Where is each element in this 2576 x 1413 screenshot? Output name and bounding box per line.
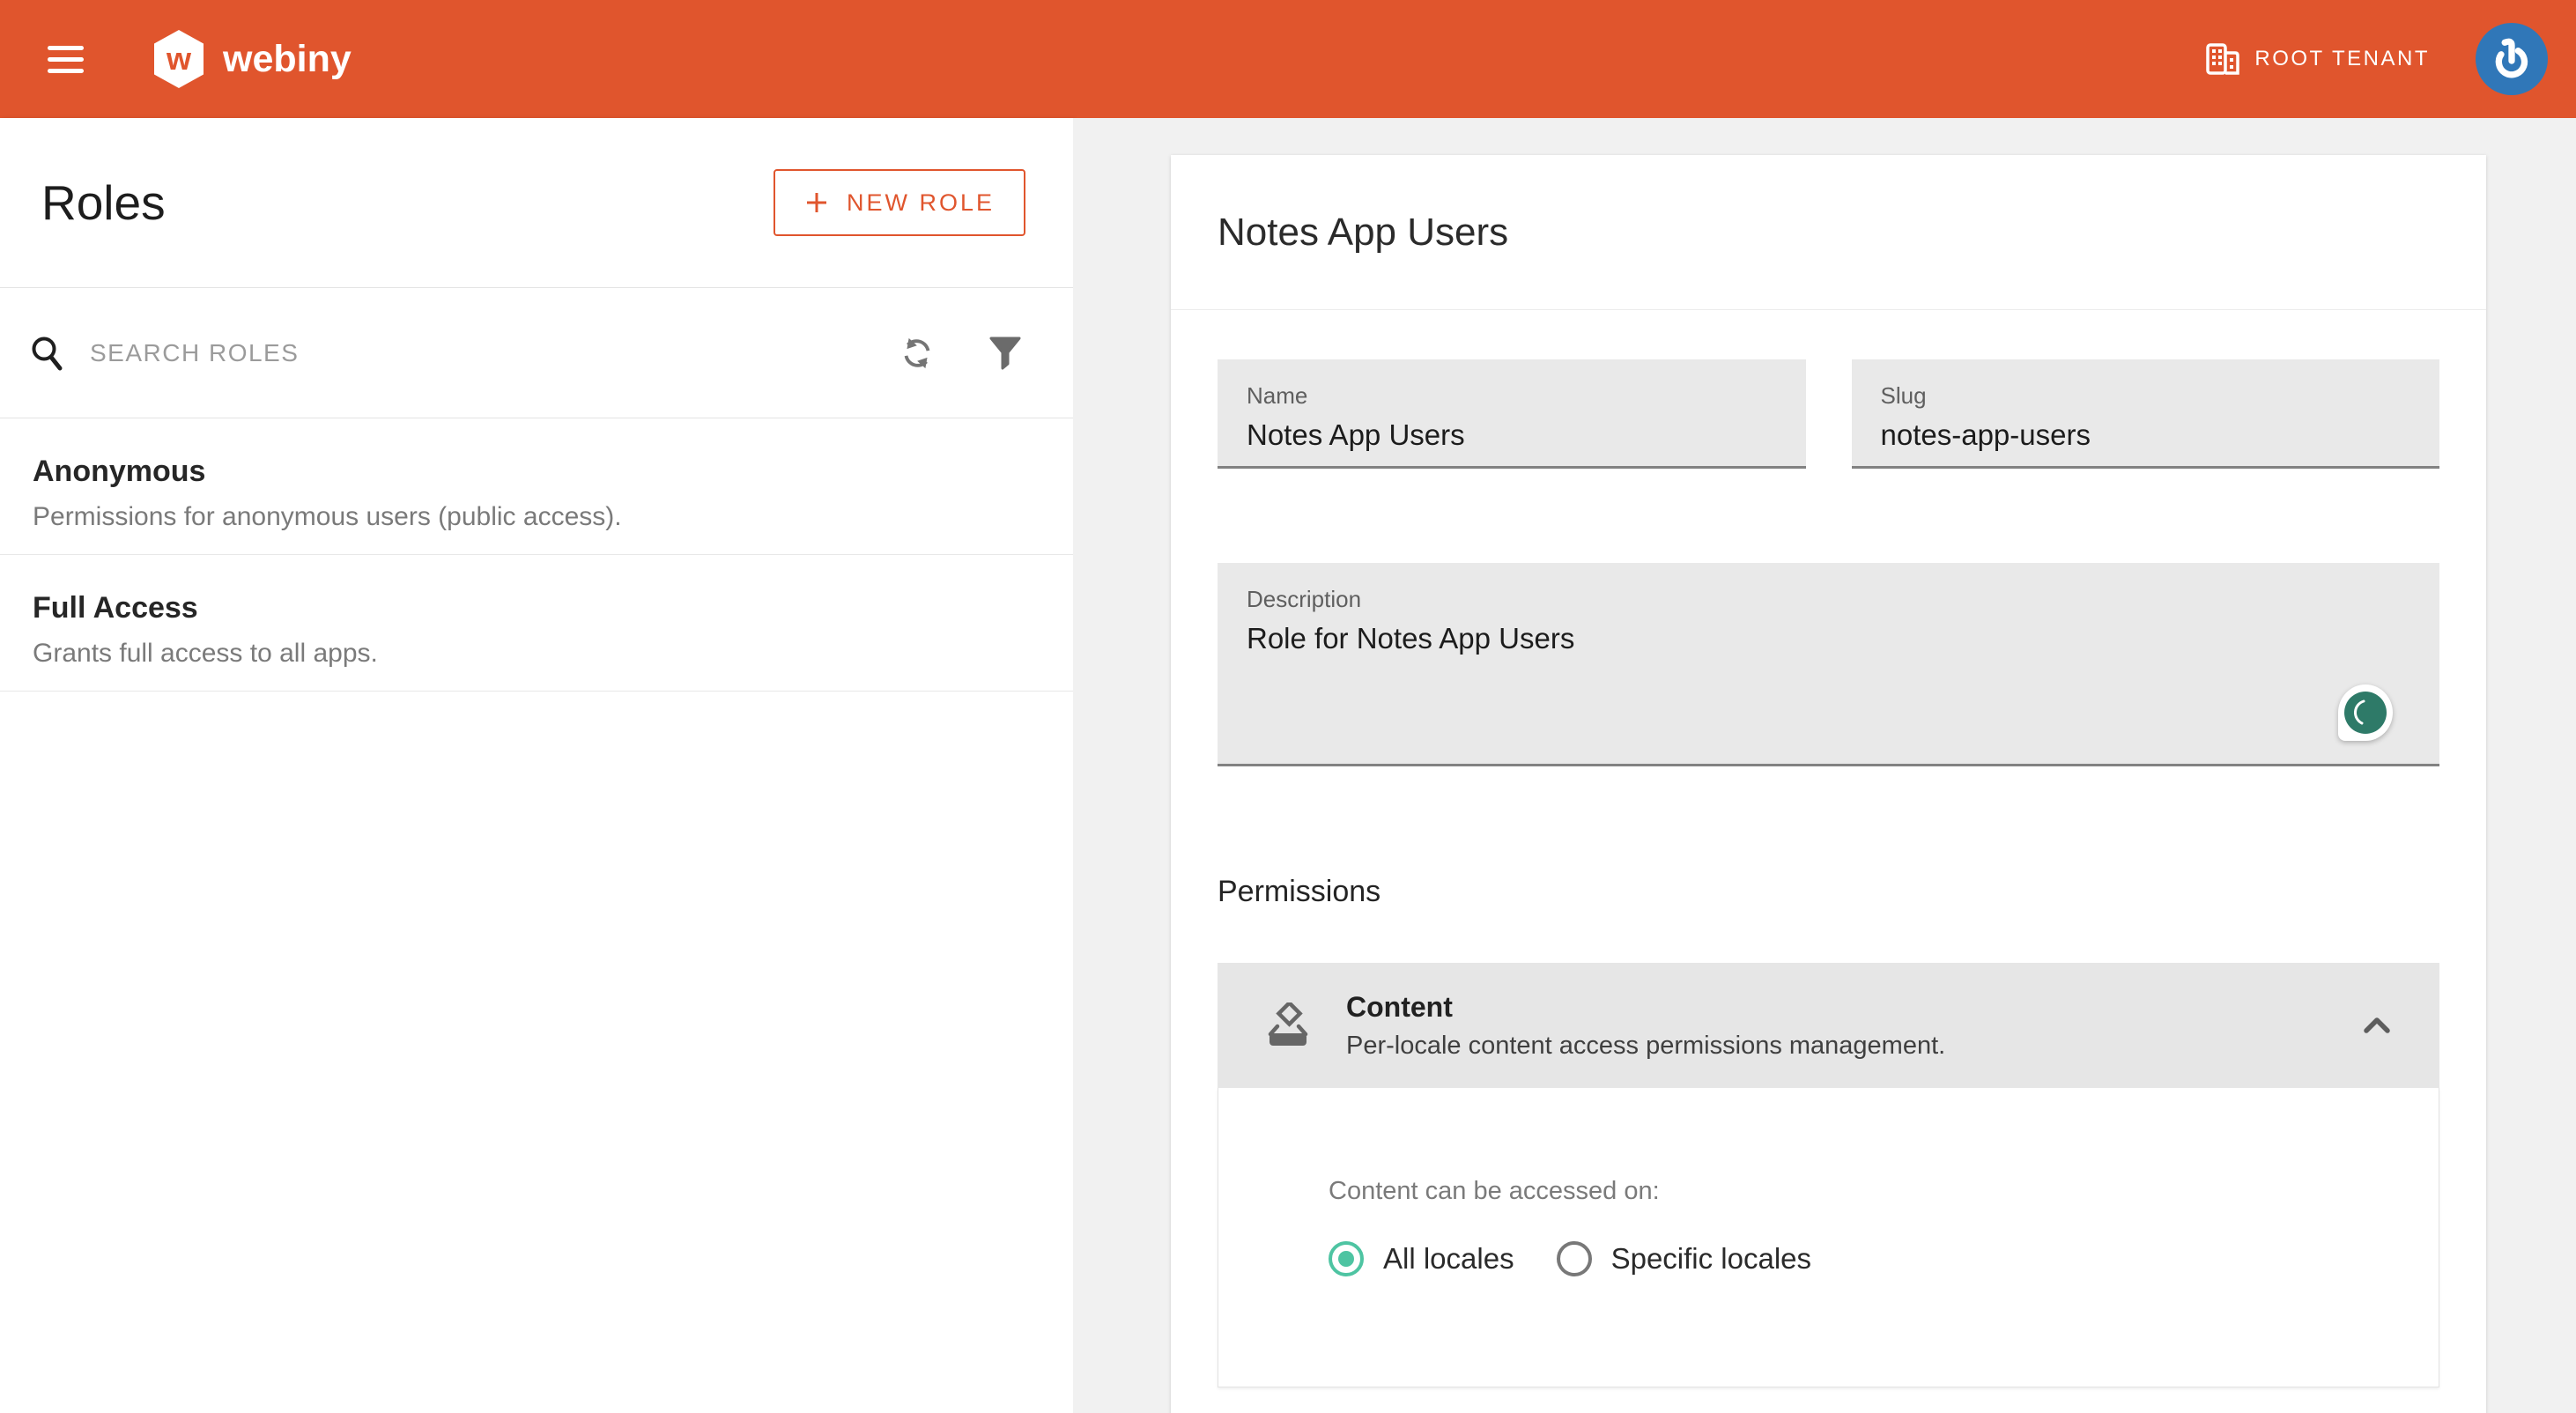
- content-accordion-panel: Content can be accessed on: All locales …: [1218, 1088, 2439, 1387]
- role-name-title: Notes App Users: [1218, 211, 1508, 255]
- role-form-card: Notes App Users Name Slug Description Ro…: [1171, 155, 2486, 1413]
- search-input[interactable]: [90, 339, 897, 367]
- search-bar: [0, 288, 1073, 418]
- roles-list-panel: Roles NEW ROLE: [0, 118, 1073, 1413]
- description-field-label: Description: [1247, 586, 2439, 613]
- gravatar-power-icon: [2490, 37, 2534, 81]
- spinner-circle: [2344, 692, 2387, 734]
- page-title: Roles: [41, 174, 166, 231]
- content-access-label: Content can be accessed on:: [1329, 1176, 2439, 1206]
- menu-icon[interactable]: [48, 46, 84, 73]
- role-list-item-full-access[interactable]: Full Access Grants full access to all ap…: [0, 555, 1073, 692]
- roles-header: Roles NEW ROLE: [0, 118, 1073, 288]
- content-ballot-icon: [1267, 1002, 1309, 1048]
- filter-button[interactable]: [988, 336, 1022, 371]
- name-input[interactable]: [1247, 418, 1761, 452]
- content-accordion-header[interactable]: Content Per-locale content access permis…: [1218, 963, 2439, 1088]
- description-field: Description Role for Notes App Users: [1218, 563, 2439, 766]
- brand-wordmark: webiny: [223, 41, 352, 78]
- loading-arc-icon: [2348, 695, 2383, 730]
- role-detail-area: Notes App Users Name Slug Description Ro…: [1073, 118, 2576, 1413]
- role-form-header: Notes App Users: [1171, 155, 2486, 310]
- new-role-button[interactable]: NEW ROLE: [774, 169, 1025, 236]
- building-icon: [2206, 43, 2239, 75]
- chevron-up-icon[interactable]: [2363, 1017, 2391, 1034]
- role-description: Grants full access to all apps.: [33, 638, 1040, 670]
- name-field: Name: [1218, 359, 1806, 469]
- chat-widget-spinner[interactable]: [2338, 684, 2393, 741]
- slug-input[interactable]: [1881, 418, 2395, 452]
- new-role-label: NEW ROLE: [847, 189, 995, 217]
- user-avatar[interactable]: [2476, 23, 2548, 95]
- webiny-logo: w webiny: [152, 29, 352, 89]
- top-bar: w webiny ROOT TENANT: [0, 0, 2576, 118]
- refresh-button[interactable]: [897, 333, 937, 374]
- tenant-selector[interactable]: ROOT TENANT: [2206, 43, 2430, 75]
- roles-list: Anonymous Permissions for anonymous user…: [0, 418, 1073, 692]
- role-title: Anonymous: [33, 454, 1040, 489]
- content-section-subtitle: Per-locale content access permissions ma…: [1346, 1031, 1945, 1061]
- locale-options: All locales Specific locales: [1329, 1241, 2439, 1276]
- search-icon: [30, 335, 65, 372]
- slug-field-label: Slug: [1881, 382, 2440, 410]
- specific-locales-radio[interactable]: [1557, 1241, 1592, 1276]
- role-title: Full Access: [33, 590, 1040, 625]
- role-description: Permissions for anonymous users (public …: [33, 501, 1040, 533]
- description-input[interactable]: Role for Notes App Users: [1247, 622, 2344, 745]
- role-list-item-anonymous[interactable]: Anonymous Permissions for anonymous user…: [0, 418, 1073, 555]
- specific-locales-label[interactable]: Specific locales: [1611, 1242, 1811, 1276]
- tenant-name: ROOT TENANT: [2254, 47, 2430, 71]
- all-locales-radio[interactable]: [1329, 1241, 1364, 1276]
- slug-field: Slug: [1852, 359, 2440, 469]
- plus-icon: [804, 190, 829, 215]
- name-field-label: Name: [1247, 382, 1806, 410]
- refresh-icon: [897, 333, 937, 374]
- logo-letter: w: [166, 41, 192, 77]
- permissions-heading: Permissions: [1218, 874, 2439, 909]
- filter-icon: [988, 336, 1022, 371]
- content-section-title: Content: [1346, 991, 1945, 1023]
- all-locales-label[interactable]: All locales: [1383, 1242, 1514, 1276]
- webiny-hexagon-icon: w: [152, 29, 205, 89]
